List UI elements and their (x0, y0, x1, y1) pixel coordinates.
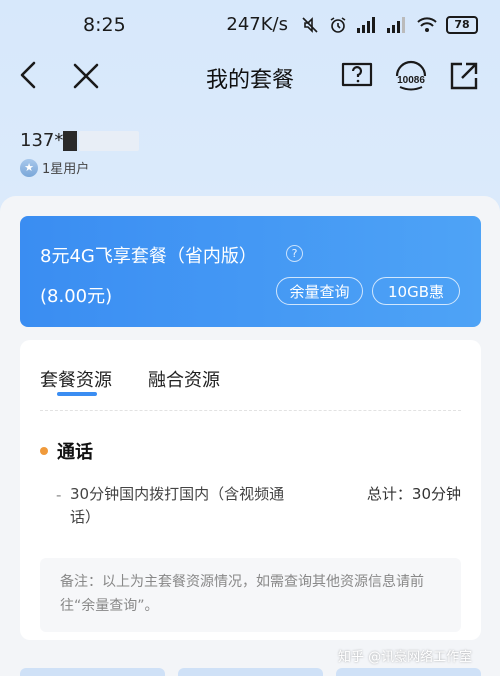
mute-icon (302, 16, 318, 33)
nav-bar: 我的套餐 10086 (0, 52, 500, 100)
plan-help-icon[interactable]: ? (286, 245, 303, 262)
watermark: 知乎 @讯豪网络工作室 (338, 650, 473, 665)
net-speed: 247K/s (226, 14, 288, 35)
call-minutes-total: 总计：30分钟 (366, 485, 461, 503)
battery-icon: 78 (446, 15, 478, 34)
bottom-card[interactable] (178, 668, 323, 676)
bottom-card[interactable] (336, 668, 481, 676)
tab-fusion-resources[interactable]: 融合资源 (148, 366, 220, 392)
active-tab-indicator (57, 392, 97, 396)
customer-service-icon[interactable]: 10086 (390, 58, 432, 94)
status-icons: 247K/s 78 (226, 14, 478, 35)
hd-signal-icon (387, 16, 405, 33)
alarm-icon (330, 16, 346, 33)
note-text: 备注：以上为主套餐资源情况，如需查询其他资源信息请前往“余量查询”。 (60, 574, 424, 614)
status-bar: 8:25 247K/s 78 (0, 0, 500, 52)
masked-digit (63, 130, 78, 151)
share-icon[interactable] (448, 60, 480, 92)
phone-prefix: 137* (20, 130, 64, 151)
divider (40, 410, 461, 411)
help-icon[interactable] (340, 60, 374, 92)
plan-price: (8.00元) (40, 286, 113, 307)
user-level: ★ 1星用户 (20, 158, 89, 177)
note-box: 备注：以上为主套餐资源情况，如需查询其他资源信息请前往“余量查询”。 (40, 558, 461, 632)
call-minutes-description: 30分钟国内拨打国内（含视频通话） (70, 485, 285, 526)
item-dash: - (56, 486, 62, 504)
service-number: 10086 (397, 75, 425, 86)
user-level-label: 1星用户 (42, 162, 90, 177)
plan-card: 8元4G飞享套餐（省内版） ? (8.00元) 余量查询 10GB惠 (20, 216, 481, 327)
bonus-10gb-button[interactable]: 10GB惠 (372, 277, 460, 305)
section-bullet (40, 447, 48, 455)
bottom-card[interactable] (20, 668, 165, 676)
section-title-calls: 通话 (57, 442, 93, 463)
balance-query-button[interactable]: 余量查询 (276, 277, 363, 305)
tab-plan-resources[interactable]: 套餐资源 (40, 366, 112, 392)
user-phone: 137* (20, 130, 140, 151)
wifi-icon (417, 16, 437, 32)
signal-icon (357, 16, 375, 33)
masked-number (79, 130, 140, 151)
resources-card: 套餐资源 融合资源 通话 - 30分钟国内拨打国内（含视频通话） 总计：30分钟… (20, 340, 481, 640)
star-icon: ★ (20, 158, 38, 177)
status-time: 8:25 (83, 14, 126, 36)
plan-name: 8元4G飞享套餐（省内版） (40, 246, 257, 267)
